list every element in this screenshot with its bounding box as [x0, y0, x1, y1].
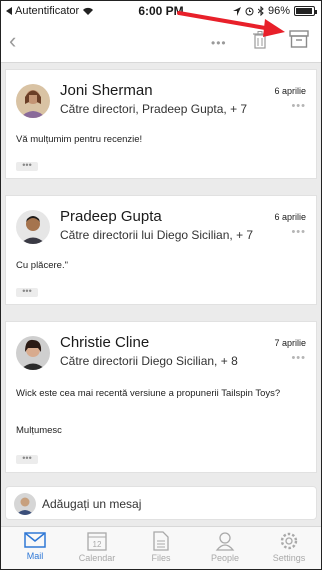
message-card[interactable]: Joni Sherman Către directori, Pradeep Gu…	[5, 69, 317, 179]
reply-compose-field[interactable]: Adăugați un mesaj	[5, 486, 317, 520]
person-icon	[215, 532, 235, 551]
message-body: Vă mulțumim pentru recenzie!	[16, 134, 143, 145]
message-body: Wick este cea mai recentă versiune a pro…	[16, 388, 281, 399]
avatar	[16, 210, 50, 244]
message-more-button[interactable]: •••	[291, 100, 306, 112]
tab-files[interactable]: Files	[129, 531, 193, 563]
conversation-toolbar: ‹ •••	[1, 23, 321, 63]
message-more-button[interactable]: •••	[291, 226, 306, 238]
recipients[interactable]: Către directori, Pradeep Gupta, + 7	[60, 102, 247, 116]
calendar-icon: 12	[87, 532, 107, 551]
tab-label: Files	[151, 553, 171, 563]
recipients[interactable]: Către directorii Diego Sicilian, + 8	[60, 354, 238, 368]
message-more-button[interactable]: •••	[291, 352, 306, 364]
tab-calendar[interactable]: 12 Calendar	[65, 531, 129, 563]
sender-name: Pradeep Gupta	[60, 208, 162, 225]
battery-icon	[294, 6, 317, 16]
file-icon	[153, 531, 169, 551]
alarm-icon	[245, 7, 254, 15]
more-options-button[interactable]: •••	[211, 36, 227, 50]
gear-icon	[280, 532, 298, 550]
status-bar: Autentificator 6:00 PM 96%	[1, 1, 321, 23]
tab-settings[interactable]: Settings	[257, 531, 321, 563]
tab-label: Settings	[272, 553, 306, 563]
avatar	[16, 84, 50, 118]
expand-quoted-button[interactable]: •••	[16, 287, 38, 297]
sender-name: Christie Cline	[60, 334, 150, 351]
calendar-day: 12	[93, 540, 102, 549]
trash-icon[interactable]	[253, 31, 267, 49]
bluetooth-icon	[257, 6, 264, 16]
message-body: Cu plăcere."	[16, 260, 68, 271]
message-card[interactable]: Christie Cline Către directorii Diego Si…	[5, 321, 317, 473]
archive-icon[interactable]	[289, 29, 309, 49]
tab-people[interactable]: People	[193, 531, 257, 563]
recipients[interactable]: Către directorii lui Diego Sicilian, + 7	[60, 228, 253, 242]
compose-placeholder[interactable]: Adăugați un mesaj	[42, 497, 141, 511]
status-right: 96%	[232, 5, 317, 17]
sender-name: Joni Sherman	[60, 82, 153, 99]
app-frame: Autentificator 6:00 PM 96% ‹ ••• Joni Sh…	[0, 0, 322, 570]
tab-label: People	[210, 553, 240, 563]
mail-icon	[24, 532, 46, 548]
message-date: 7 aprilie	[274, 338, 306, 348]
message-date: 6 aprilie	[274, 86, 306, 96]
expand-quoted-button[interactable]: •••	[16, 454, 38, 464]
message-signoff: Mulțumesc	[16, 425, 62, 436]
battery-percent: 96%	[267, 5, 290, 17]
tab-mail[interactable]: Mail	[3, 531, 67, 561]
back-chevron-icon[interactable]: ‹	[9, 30, 16, 52]
tab-label: Calendar	[78, 553, 116, 563]
message-date: 6 aprilie	[274, 212, 306, 222]
expand-quoted-button[interactable]: •••	[16, 161, 38, 171]
avatar	[16, 336, 50, 370]
battery-fill	[296, 8, 312, 14]
message-card[interactable]: Pradeep Gupta Către directorii lui Diego…	[5, 195, 317, 305]
tab-label: Mail	[26, 551, 44, 561]
my-avatar	[14, 493, 36, 515]
location-icon	[232, 6, 241, 16]
tab-bar: Mail 12 Calendar Files People Settings	[1, 526, 321, 569]
